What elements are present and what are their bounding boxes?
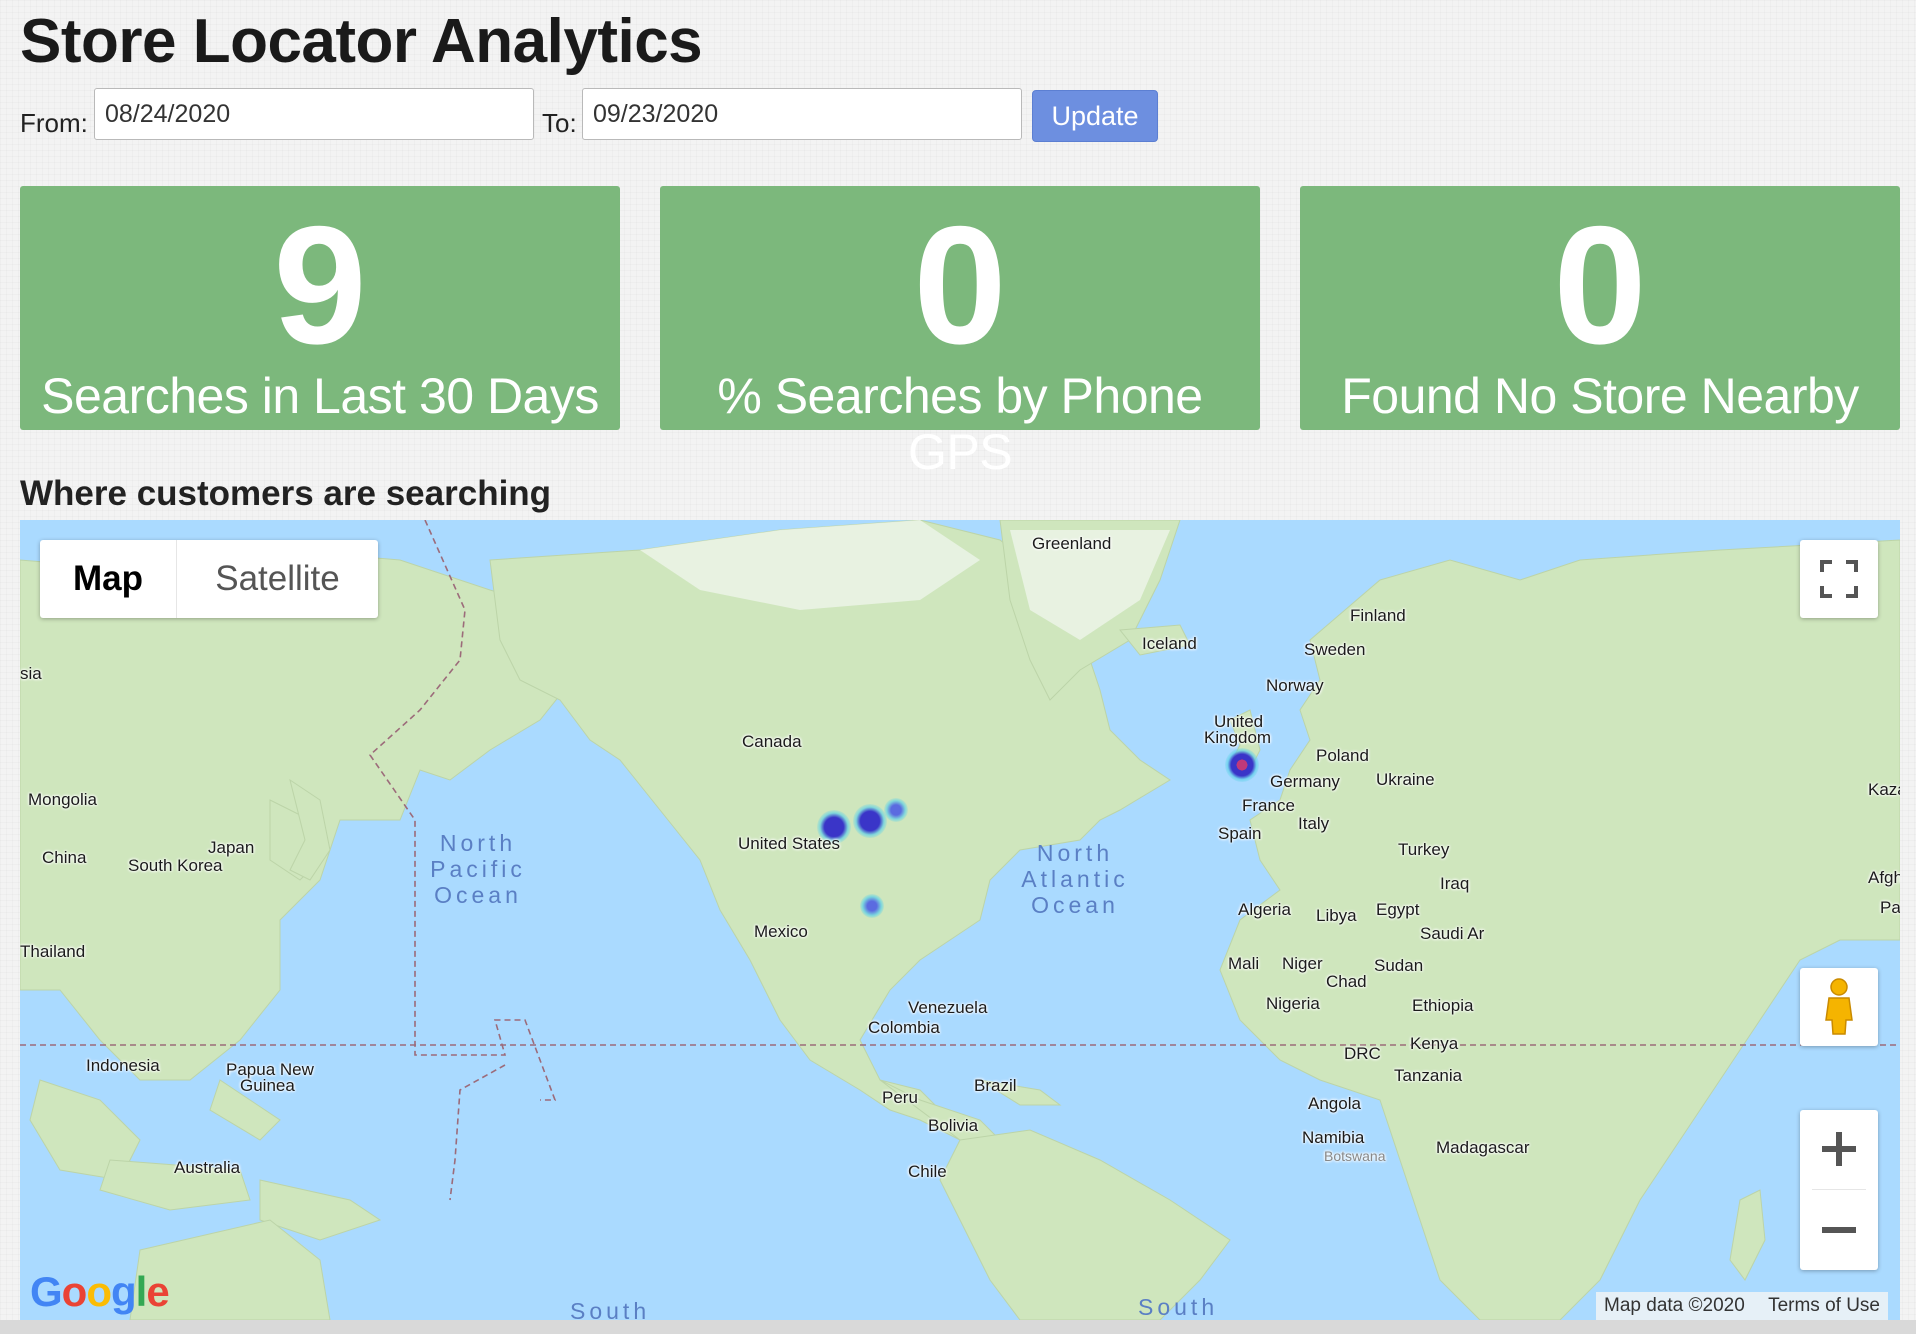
map-label: Afgh [1868,868,1900,887]
map-label: Kenya [1410,1034,1459,1053]
map-label: Venezuela [908,998,988,1017]
zoom-out-button[interactable] [1800,1190,1878,1270]
map-label: Madagascar [1436,1138,1530,1157]
stat-card-gps: 0 % Searches by Phone GPS [660,186,1260,480]
map-label: Iraq [1440,874,1470,893]
ocean-label-north-pacific: North Pacific Ocean [430,830,526,908]
map-label: Kaza [1868,780,1900,799]
map-label: Spain [1218,824,1262,843]
map-type-satellite-button[interactable]: Satellite [177,540,378,618]
map-label: Greenland [1032,534,1112,553]
from-label: From: [20,108,88,138]
map-label: South Korea [128,856,223,875]
map-heading: Where customers are searching [20,474,552,513]
stat-caption: % Searches by Phone GPS [717,368,1203,480]
map-label: Saudi Ar [1420,924,1485,943]
map-label: France [1242,796,1295,815]
ocean-label-north-atlantic: North Atlantic Ocean [1021,840,1129,918]
map-type-map-button[interactable]: Map [40,540,176,618]
map-label: Canada [742,732,802,751]
zoom-in-icon [1822,1132,1856,1166]
map-label: Japan [208,838,255,857]
map-label: Sudan [1374,956,1424,975]
zoom-control [1800,1110,1878,1270]
map-tiles [20,520,1900,1320]
search-heatmap-map[interactable]: Greenland Iceland Finland Sweden Norway … [20,520,1900,1320]
street-view-button[interactable] [1800,968,1878,1046]
map-label: Chile [908,1162,947,1181]
stat-caption: Found No Store Nearby [1341,368,1859,424]
map-label: China [42,848,87,867]
fullscreen-icon [1820,560,1858,598]
page-title: Store Locator Analytics [20,7,703,76]
date-range-bar: From: To: Update [20,88,1220,144]
map-label: Brazil [974,1076,1017,1095]
map-attribution: Map data ©2020 Terms of Use [1596,1292,1888,1320]
map-label: Norway [1266,676,1324,695]
stat-card-no-store: 0 Found No Store Nearby [1300,186,1900,430]
pegman-icon [1825,978,1853,1035]
map-label: Mali [1228,954,1260,973]
to-date-input[interactable] [582,88,1022,140]
heat-spot [853,804,887,838]
map-label: Botswana [1324,1148,1386,1164]
map-label: Australia [174,1158,241,1177]
google-logo: Google [30,1268,170,1315]
fullscreen-button[interactable] [1800,540,1878,618]
map-label: Thailand [20,942,86,961]
map-label: Colombia [868,1018,940,1037]
map-label: Turkey [1398,840,1450,859]
map-label: Ukraine [1376,770,1435,789]
map-label: DRC [1344,1044,1381,1063]
map-label: Chad [1326,972,1367,991]
map-label: Pa [1880,898,1900,917]
map-label: Guinea [240,1076,295,1095]
heat-spot [884,798,908,822]
heat-spot [860,894,884,918]
stat-value: 0 [913,191,1007,379]
map-label: Mexico [754,922,808,941]
map-label: Algeria [1238,900,1291,919]
map-label: Mongolia [28,790,97,809]
stat-card-searches: 9 Searches in Last 30 Days [20,186,620,430]
zoom-out-icon [1822,1227,1856,1233]
map-label: Bolivia [928,1116,979,1135]
map-label: Libya [1316,906,1357,925]
map-label: Germany [1270,772,1340,791]
map-label: sia [20,664,42,683]
map-label: Iceland [1142,634,1197,653]
terms-of-use-link[interactable]: Terms of Use [1768,1295,1880,1316]
ocean-label-south: South [570,1298,651,1320]
map-label: Egypt [1376,900,1420,919]
map-label: Niger [1282,954,1323,973]
from-date-input[interactable] [94,88,534,140]
map-label: Kingdom [1204,728,1272,747]
map-label: Tanzania [1394,1066,1463,1085]
update-button[interactable]: Update [1032,90,1158,142]
map-label: United States [738,834,841,853]
map-type-control: Map Satellite [40,540,378,618]
stat-value: 0 [1553,191,1647,379]
stat-value: 9 [273,191,367,379]
map-label: Ethiopia [1412,996,1474,1015]
window-bottom-edge [0,1320,1916,1334]
map-label: Peru [882,1088,918,1107]
stat-caption: Searches in Last 30 Days [41,368,599,424]
to-label: To: [542,108,577,138]
map-label: Italy [1298,814,1330,833]
map-label: Namibia [1302,1128,1365,1147]
map-label: Angola [1308,1094,1361,1113]
map-label: Finland [1350,606,1406,625]
heat-spot [1225,748,1259,782]
map-label: Nigeria [1266,994,1320,1013]
map-label: Sweden [1304,640,1366,659]
map-label: Indonesia [86,1056,160,1075]
ocean-label-south: South [1138,1294,1219,1320]
zoom-in-button[interactable] [1800,1110,1878,1189]
map-data-text: Map data ©2020 [1604,1295,1745,1316]
map-label: Poland [1316,746,1369,765]
